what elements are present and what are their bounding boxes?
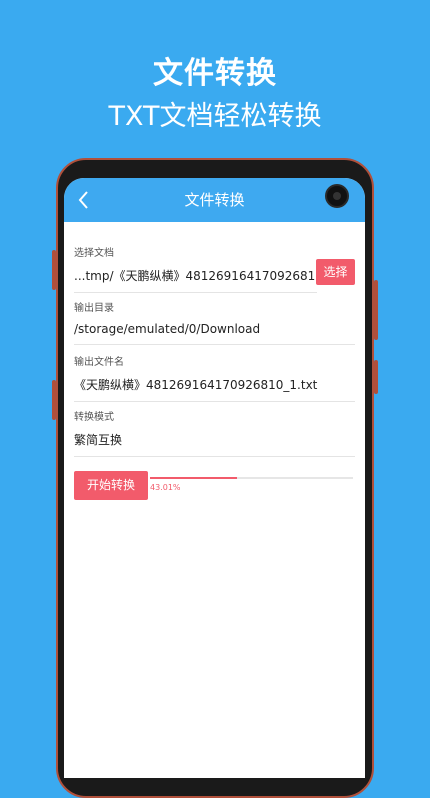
- output-directory-field: 输出目录 /storage/emulated/0/Download: [74, 299, 355, 345]
- progress-percent: 43.01%: [150, 483, 181, 492]
- output-filename-input[interactable]: 《天鹏纵横》481269164170926810_1.txt: [74, 376, 355, 402]
- output-filename-field: 输出文件名 《天鹏纵横》481269164170926810_1.txt: [74, 353, 355, 402]
- source-document-label: 选择文档: [74, 248, 114, 259]
- front-camera: [325, 184, 349, 208]
- output-directory-label: 输出目录: [74, 303, 114, 314]
- output-filename-label: 输出文件名: [74, 357, 124, 368]
- conversion-mode-select[interactable]: 繁简互换: [74, 431, 355, 457]
- source-document-field: 选择文档 ...tmp/《天鹏纵横》481269164170926810.txt: [74, 244, 355, 293]
- output-directory-value[interactable]: /storage/emulated/0/Download: [74, 322, 355, 345]
- source-document-path: ...tmp/《天鹏纵横》481269164170926810.txt: [74, 267, 317, 293]
- app-bar: 文件转换: [64, 178, 365, 222]
- app-screen: 文件转换 选择文档 ...tmp/《天鹏纵横》48126916417092681…: [64, 178, 365, 778]
- conversion-mode-field: 转换模式 繁简互换: [74, 408, 355, 457]
- select-document-button[interactable]: 选择: [316, 259, 355, 285]
- phone-side-button: [374, 360, 378, 394]
- progress-fill: [150, 477, 238, 479]
- phone-side-button: [52, 250, 56, 290]
- screen-title: 文件转换: [184, 191, 245, 209]
- phone-side-button: [52, 380, 56, 420]
- start-conversion-button[interactable]: 开始转换: [74, 471, 148, 500]
- promo-title: 文件转换: [153, 56, 277, 91]
- conversion-mode-label: 转换模式: [74, 412, 114, 423]
- progress-bar: [150, 477, 353, 479]
- promo-subtitle: TXT文档轻松转换: [108, 101, 322, 132]
- phone-side-button: [374, 280, 378, 340]
